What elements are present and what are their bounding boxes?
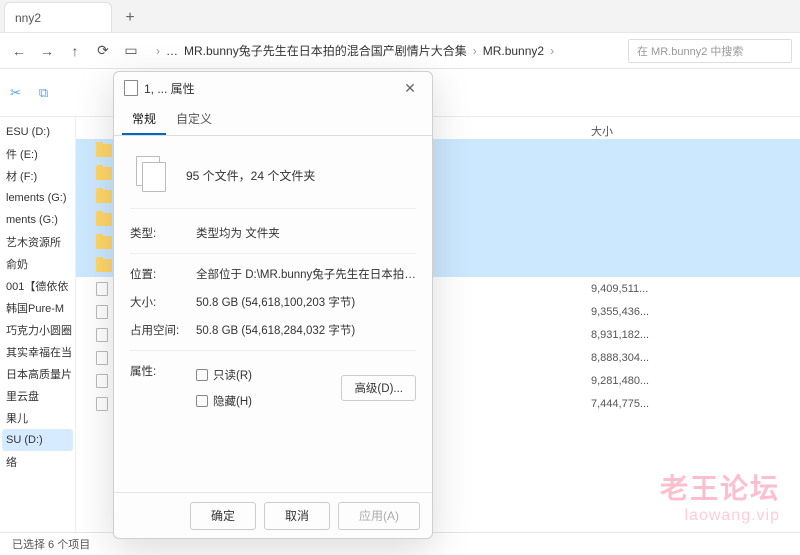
- tab-general[interactable]: 常规: [122, 104, 166, 135]
- close-button[interactable]: ✕: [398, 76, 422, 100]
- type-label: 类型:: [130, 225, 196, 241]
- sidebar-item[interactable]: 材 (F:): [2, 165, 73, 187]
- properties-dialog: 1, ... 属性 ✕ 常规 自定义 95 个文件，24 个文件夹 类型:类型均…: [113, 71, 433, 539]
- copy-icon: ⧉: [39, 85, 48, 101]
- tab-label: nny2: [15, 11, 41, 25]
- sidebar-item[interactable]: 001【德依依: [2, 275, 73, 297]
- advanced-button[interactable]: 高级(D)...: [341, 375, 416, 401]
- breadcrumb-item[interactable]: …: [166, 44, 178, 58]
- search-input[interactable]: 在 MR.bunny2 中搜索: [628, 39, 792, 63]
- sidebar-item[interactable]: 络: [2, 451, 73, 473]
- attributes-label: 属性:: [130, 363, 196, 413]
- monitor-icon[interactable]: ▭: [120, 40, 142, 62]
- cancel-button[interactable]: 取消: [264, 502, 330, 530]
- hidden-checkbox[interactable]: 隐藏(H): [196, 393, 252, 409]
- document-icon: [124, 80, 138, 96]
- sidebar-item[interactable]: 里云盘: [2, 385, 73, 407]
- scissors-icon: ✂: [10, 85, 21, 101]
- breadcrumb-item[interactable]: MR.bunny兔子先生在日本拍的混合国产剧情片大合集: [184, 42, 467, 59]
- sidebar-item[interactable]: 巧克力小圆圈: [2, 319, 73, 341]
- up-button[interactable]: ↑: [64, 40, 86, 62]
- tab-active[interactable]: nny2: [4, 2, 112, 32]
- sidebar-item[interactable]: lements (G:): [2, 187, 73, 209]
- folder-icon: [96, 190, 112, 203]
- size-on-disk-label: 占用空间:: [130, 322, 196, 338]
- multi-file-icon: [136, 156, 168, 194]
- dialog-buttons: 确定 取消 应用(A): [114, 492, 432, 538]
- location-label: 位置:: [130, 266, 196, 282]
- sidebar-item[interactable]: 韩国Pure-M: [2, 297, 73, 319]
- file-icon: [96, 374, 108, 388]
- sidebar-item[interactable]: ESU (D:): [2, 121, 73, 143]
- tab-custom[interactable]: 自定义: [166, 104, 222, 135]
- cut-button[interactable]: ✂: [10, 85, 21, 101]
- folder-icon: [96, 213, 112, 226]
- nav-bar: ← → ↑ ⟳ ▭ › … MR.bunny兔子先生在日本拍的混合国产剧情片大合…: [0, 33, 800, 69]
- type-value: 类型均为 文件夹: [196, 225, 416, 241]
- sidebar-item[interactable]: 日本高质量片: [2, 363, 73, 385]
- file-icon: [96, 305, 108, 319]
- copy-button[interactable]: ⧉: [39, 85, 48, 101]
- folder-icon: [96, 236, 112, 249]
- sidebar-item[interactable]: 果儿: [2, 407, 73, 429]
- summary-text: 95 个文件，24 个文件夹: [186, 167, 315, 184]
- file-icon: [96, 282, 108, 296]
- dialog-body: 95 个文件，24 个文件夹 类型:类型均为 文件夹 位置:全部位于 D:\MR…: [114, 136, 432, 492]
- status-text: 已选择 6 个项目: [12, 536, 90, 552]
- dialog-title-bar[interactable]: 1, ... 属性 ✕: [114, 72, 432, 104]
- breadcrumb[interactable]: › … MR.bunny兔子先生在日本拍的混合国产剧情片大合集 › MR.bun…: [148, 42, 622, 59]
- file-icon: [96, 397, 108, 411]
- size-value: 50.8 GB (54,618,100,203 字节): [196, 294, 416, 310]
- folder-icon: [96, 144, 112, 157]
- forward-button[interactable]: →: [36, 40, 58, 62]
- dialog-title: 1, ... 属性: [144, 80, 195, 97]
- folder-icon: [96, 259, 112, 272]
- tab-add-button[interactable]: +: [116, 4, 144, 32]
- sidebar: ESU (D:) 件 (E:) 材 (F:) lements (G:) ment…: [0, 117, 76, 532]
- size-label: 大小:: [130, 294, 196, 310]
- folder-icon: [96, 167, 112, 180]
- readonly-checkbox[interactable]: 只读(R): [196, 367, 252, 383]
- ok-button[interactable]: 确定: [190, 502, 256, 530]
- sidebar-item[interactable]: 俞奶: [2, 253, 73, 275]
- size-on-disk-value: 50.8 GB (54,618,284,032 字节): [196, 322, 416, 338]
- location-value: 全部位于 D:\MR.bunny兔子先生在日本拍的混合国产: [196, 266, 416, 282]
- sidebar-item[interactable]: SU (D:): [2, 429, 73, 451]
- dialog-tabs: 常规 自定义: [114, 104, 432, 136]
- sidebar-item[interactable]: 件 (E:): [2, 143, 73, 165]
- sidebar-item[interactable]: 艺木资源所: [2, 231, 73, 253]
- column-size-header[interactable]: 大小: [591, 123, 613, 139]
- breadcrumb-item[interactable]: MR.bunny2: [483, 44, 544, 58]
- back-button[interactable]: ←: [8, 40, 30, 62]
- sidebar-item[interactable]: ments (G:): [2, 209, 73, 231]
- file-icon: [96, 328, 108, 342]
- sidebar-item[interactable]: 其实幸福在当: [2, 341, 73, 363]
- tab-bar: nny2 +: [0, 0, 800, 33]
- refresh-button[interactable]: ⟳: [92, 40, 114, 62]
- file-icon: [96, 351, 108, 365]
- apply-button[interactable]: 应用(A): [338, 502, 420, 530]
